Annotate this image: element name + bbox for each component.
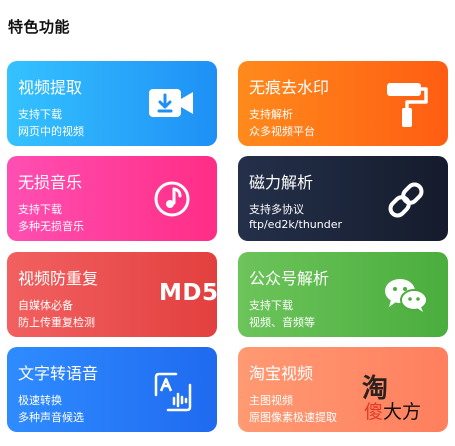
card-title: 视频提取 (18, 78, 83, 97)
card-desc-line2: 多种声音候选 (18, 411, 84, 424)
card-desc-line2: ftp/ed2k/thunder (249, 218, 343, 231)
card-desc-line1: 极速转换 (18, 394, 62, 407)
card-desc-line1: 自媒体必备 (18, 299, 73, 312)
section-title: 特色功能 (8, 18, 71, 36)
card-title: 磁力解析 (249, 173, 314, 192)
card-desc-line2: 原图像素极速提取 (249, 411, 337, 424)
feature-card-video-dedup[interactable]: 视频防重复 自媒体必备 防上传重复检测 MD5 (7, 252, 217, 337)
card-title: 公众号解析 (249, 269, 330, 288)
card-title: 淘宝视频 (249, 364, 314, 383)
paint-roller-icon (387, 83, 428, 127)
video-download-icon (149, 89, 193, 117)
card-desc-line2: 网页中的视频 (18, 125, 84, 138)
card-desc-line2: 多种无损音乐 (18, 220, 84, 233)
card-title: 无痕去水印 (249, 78, 330, 97)
music-note-icon (154, 181, 190, 217)
feature-card-remove-watermark[interactable]: 无痕去水印 支持解析 众多视频平台 (238, 61, 448, 146)
text-to-speech-icon (154, 372, 192, 412)
card-desc-line2: 视频、音频等 (249, 316, 315, 329)
link-icon (388, 182, 424, 218)
card-title: 无损音乐 (18, 173, 83, 192)
card-title: 文字转语音 (18, 364, 99, 383)
card-desc-line2: 众多视频平台 (249, 125, 315, 138)
feature-card-magnet-parse[interactable]: 磁力解析 支持多协议 ftp/ed2k/thunder (238, 156, 448, 241)
feature-card-lossless-music[interactable]: 无损音乐 支持下载 多种无损音乐 (7, 156, 217, 241)
feature-card-text-to-speech[interactable]: 文字转语音 极速转换 多种声音候选 (7, 347, 217, 432)
watermark-text: 傻大方 (364, 397, 421, 424)
card-desc-line1: 支持下载 (18, 203, 62, 216)
watermark-first-char: 傻 (364, 401, 384, 423)
card-desc-line1: 支持解析 (249, 108, 293, 121)
card-desc-line2: 防上传重复检测 (18, 316, 95, 329)
card-desc-line1: 支持下载 (249, 299, 293, 312)
watermark-rest-chars: 大方 (383, 401, 422, 423)
feature-card-wechat-parse[interactable]: 公众号解析 支持下载 视频、音频等 (238, 252, 448, 337)
card-desc-line1: 主图视频 (249, 394, 293, 407)
feature-card-video-extract[interactable]: 视频提取 支持下载 网页中的视频 (7, 61, 217, 146)
md5-icon: MD5 (159, 280, 217, 306)
card-desc-line1: 支持下载 (18, 108, 62, 121)
card-title: 视频防重复 (18, 269, 99, 288)
wechat-icon (385, 279, 428, 312)
card-desc-line1: 支持多协议 (249, 203, 304, 216)
